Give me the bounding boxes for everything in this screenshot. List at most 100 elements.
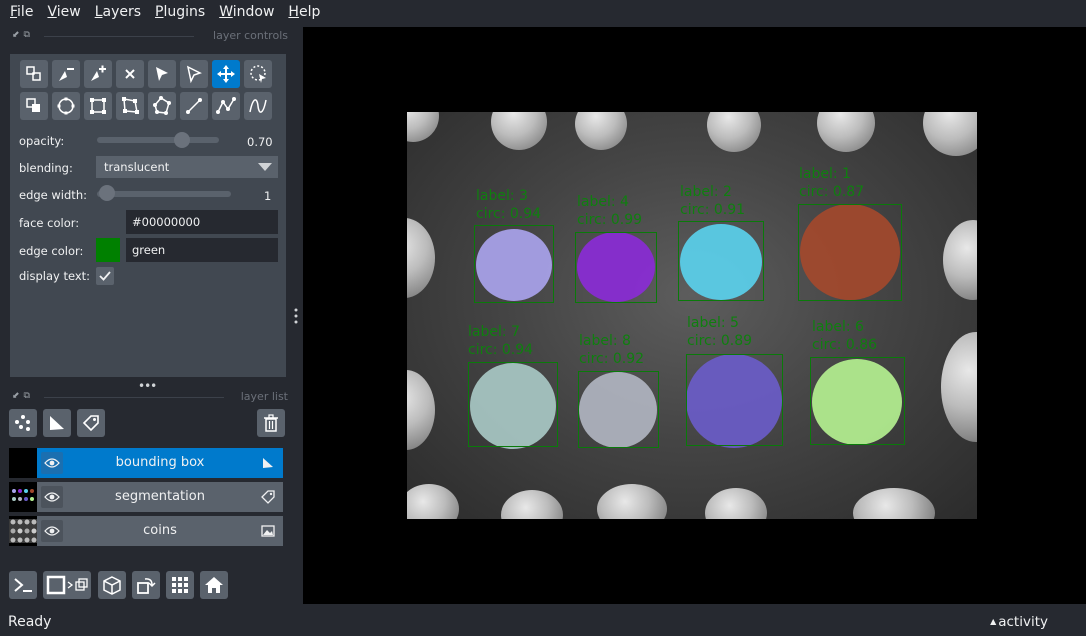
select-vertices-icon (26, 66, 41, 81)
dock-divider (44, 397, 224, 398)
dock-float-close-icon[interactable]: ⬋⧉ (12, 30, 34, 40)
bounding-box (575, 232, 657, 303)
activity-button[interactable]: ▲ activity (990, 614, 1048, 630)
coin (853, 488, 935, 519)
blending-select[interactable]: translucent (96, 156, 278, 178)
annotation-text: label: 8 circ: 0.92 (579, 333, 645, 367)
checkmark-icon (99, 271, 111, 281)
layer-row-body[interactable]: coins (37, 516, 283, 546)
coin (707, 112, 761, 152)
edge-color-swatch[interactable] (96, 238, 120, 262)
add-vertex-icon (91, 65, 106, 81)
bounding-box (578, 371, 659, 448)
layer-row-coins[interactable]: coins (9, 516, 283, 546)
edge-color-label: edge color: (19, 244, 84, 258)
lasso-select-button[interactable] (244, 60, 272, 88)
annotation-text: label: 7 circ: 0.94 (468, 324, 534, 358)
layer-row-body[interactable]: bounding box (37, 448, 283, 478)
delete-shape-button[interactable] (116, 60, 144, 88)
vertical-splitter-handle[interactable] (293, 307, 299, 325)
grid-view-button[interactable] (166, 571, 194, 599)
opacity-slider-handle[interactable] (174, 132, 191, 148)
blending-label: blending: (19, 161, 73, 175)
coin (407, 484, 459, 519)
annotation-text: label: 3 circ: 0.94 (476, 188, 542, 222)
image-icon (261, 525, 275, 537)
line-icon (186, 98, 202, 114)
ellipse-button[interactable] (52, 92, 80, 120)
annotation-text: label: 6 circ: 0.86 (812, 319, 878, 353)
face-color-field[interactable]: #00000000 (126, 210, 278, 234)
annotation-text: label: 5 circ: 0.89 (687, 315, 753, 349)
polyline-button[interactable] (244, 92, 272, 120)
status-bar: Ready ▲ activity (0, 608, 1086, 636)
remove-vertex-button[interactable] (52, 60, 80, 88)
layer-row-body[interactable]: segmentation (37, 482, 283, 512)
edge-width-slider[interactable] (97, 191, 231, 197)
ndisplay-toggle-button[interactable] (43, 571, 91, 599)
bounding-box (686, 354, 783, 446)
visibility-toggle[interactable] (41, 520, 63, 542)
layer-name[interactable]: coins (67, 516, 253, 546)
coin (597, 484, 667, 519)
rectangle-icon (90, 98, 106, 114)
layer-row-segmentation[interactable]: segmentation (9, 482, 283, 512)
rectangle-button[interactable] (84, 92, 112, 120)
coin (817, 112, 875, 152)
path-icon (216, 97, 236, 114)
menu-view[interactable]: View (40, 0, 87, 24)
edge-color-field[interactable]: green (126, 238, 278, 262)
select-shapes-icon (156, 67, 168, 81)
line-button[interactable] (180, 92, 208, 120)
path-button[interactable] (212, 92, 240, 120)
layer-thumbnail (9, 482, 37, 512)
menu-help[interactable]: Help (281, 0, 327, 24)
polygon-lasso-button[interactable] (148, 92, 176, 120)
coin (943, 220, 977, 300)
move-back-button[interactable] (20, 92, 48, 120)
polygon-button[interactable] (116, 92, 144, 120)
layer-controls-header: ⬋⧉ layer controls (8, 28, 296, 44)
display-text-checkbox[interactable] (96, 267, 114, 285)
transpose-button[interactable] (132, 571, 160, 599)
display-text-label: display text: (19, 269, 91, 283)
roll-dimensions-button[interactable] (98, 571, 126, 599)
edge-width-label: edge width: (19, 188, 87, 202)
select-shapes-button[interactable] (148, 60, 176, 88)
menu-window[interactable]: Window (212, 0, 281, 24)
delete-layer-button[interactable] (257, 409, 285, 437)
opacity-slider[interactable] (97, 137, 219, 143)
new-points-layer-button[interactable] (9, 409, 37, 437)
polygon-lasso-icon (153, 96, 171, 115)
new-shapes-layer-button[interactable] (43, 409, 71, 437)
eye-icon (44, 526, 60, 536)
pan-zoom-button[interactable] (212, 60, 240, 88)
layer-name[interactable]: segmentation (67, 482, 253, 512)
reset-view-button[interactable] (200, 571, 228, 599)
bounding-box (678, 221, 764, 301)
menu-file[interactable]: File (3, 0, 40, 24)
direct-select-button[interactable] (180, 60, 208, 88)
coin (491, 112, 547, 150)
menu-plugins[interactable]: Plugins (148, 0, 212, 24)
caret-up-icon: ▲ (990, 617, 997, 626)
visibility-toggle[interactable] (41, 486, 63, 508)
layer-controls-panel: opacity: 0.70 blending: translucent edge… (10, 54, 286, 377)
add-vertex-button[interactable] (84, 60, 112, 88)
layer-row-bounding-box[interactable]: bounding box (9, 448, 283, 478)
select-vertices-button[interactable] (20, 60, 48, 88)
dock-float-close-icon[interactable]: ⬋⧉ (12, 391, 34, 401)
coin (407, 370, 435, 450)
menu-layers[interactable]: Layers (88, 0, 148, 24)
2d-3d-toggle-icon (46, 575, 88, 595)
edge-width-slider-handle[interactable] (99, 185, 115, 201)
status-text: Ready (8, 614, 52, 630)
console-button[interactable] (9, 571, 37, 599)
viewer-canvas[interactable]: label: 3 circ: 0.94 label: 4 circ: 0.99 la… (303, 27, 1086, 604)
visibility-toggle[interactable] (41, 452, 63, 474)
new-labels-layer-button[interactable] (77, 409, 105, 437)
layer-thumbnail (9, 516, 37, 546)
ellipse-icon (57, 97, 75, 115)
layer-name[interactable]: bounding box (67, 448, 253, 478)
eye-icon (44, 458, 60, 468)
